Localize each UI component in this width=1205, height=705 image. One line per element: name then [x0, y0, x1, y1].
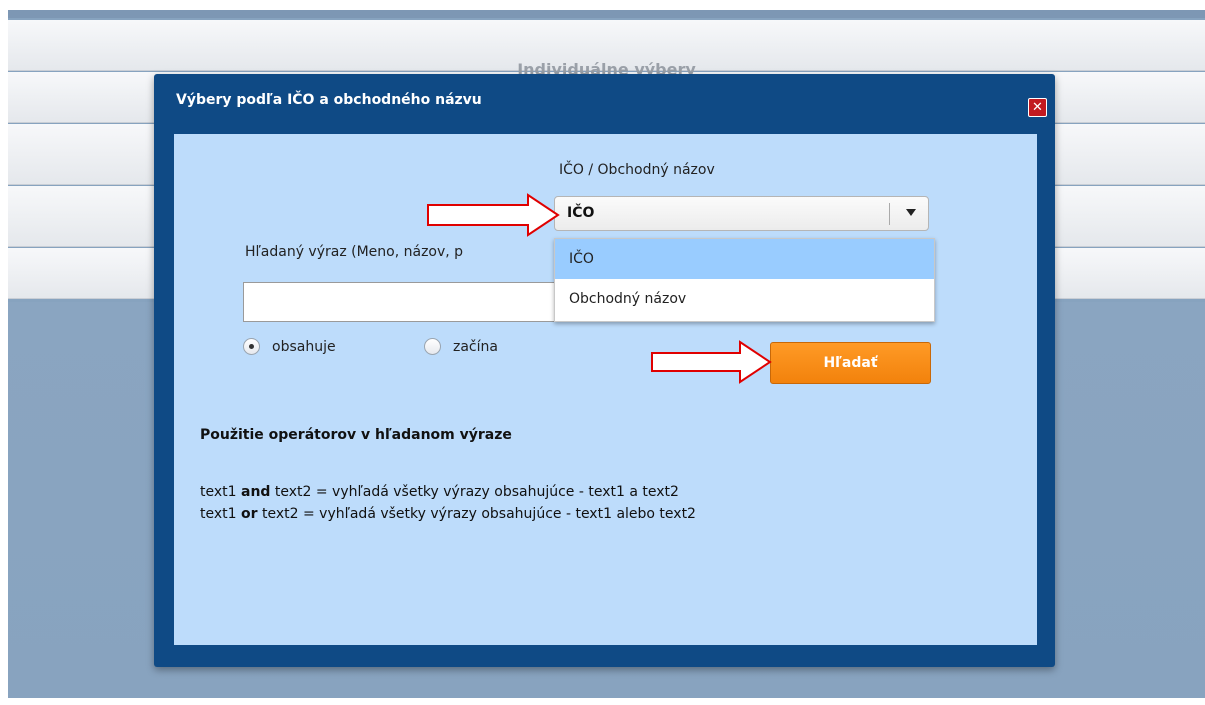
- dropdown-option-business-name[interactable]: Obchodný názov: [555, 279, 934, 319]
- select-divider: [889, 203, 890, 225]
- background-top-line: [8, 10, 1205, 18]
- dialog-title: Výbery podľa IČO a obchodného názvu: [176, 92, 482, 108]
- search-input[interactable]: [243, 282, 563, 322]
- radio-checked-icon[interactable]: [243, 338, 260, 355]
- radio-starts-label: začína: [453, 338, 498, 355]
- search-type-label: IČO / Obchodný názov: [559, 162, 715, 178]
- operator-or-line: text1 or text2 = vyhľadá všetky výrazy o…: [200, 506, 696, 522]
- search-type-dropdown: IČO Obchodný názov: [554, 238, 935, 322]
- search-type-selected-value: IČO: [567, 205, 595, 221]
- radio-contains[interactable]: obsahuje: [243, 338, 336, 355]
- search-type-select[interactable]: IČO: [554, 196, 929, 231]
- search-button[interactable]: Hľadať: [770, 342, 931, 384]
- annotation-arrow-icon: [651, 340, 772, 384]
- close-icon[interactable]: ✕: [1028, 98, 1047, 117]
- operators-heading: Použitie operátorov v hľadanom výraze: [200, 427, 512, 443]
- dialog-content: IČO / Obchodný názov IČO Hľadaný výraz (…: [174, 134, 1037, 645]
- operator-and-line: text1 and text2 = vyhľadá všetky výrazy …: [200, 484, 679, 500]
- radio-starts-with[interactable]: začína: [424, 338, 498, 355]
- radio-unchecked-icon[interactable]: [424, 338, 441, 355]
- search-term-label: Hľadaný výraz (Meno, názov, p: [245, 244, 464, 260]
- annotation-arrow-icon: [427, 193, 560, 237]
- operator-or: or: [241, 506, 258, 522]
- search-dialog: Výbery podľa IČO a obchodného názvu ✕ IČ…: [154, 74, 1055, 667]
- radio-contains-label: obsahuje: [272, 338, 336, 355]
- chevron-down-icon[interactable]: [906, 209, 916, 216]
- operator-and: and: [241, 484, 271, 500]
- dropdown-option-ico[interactable]: IČO: [555, 239, 934, 279]
